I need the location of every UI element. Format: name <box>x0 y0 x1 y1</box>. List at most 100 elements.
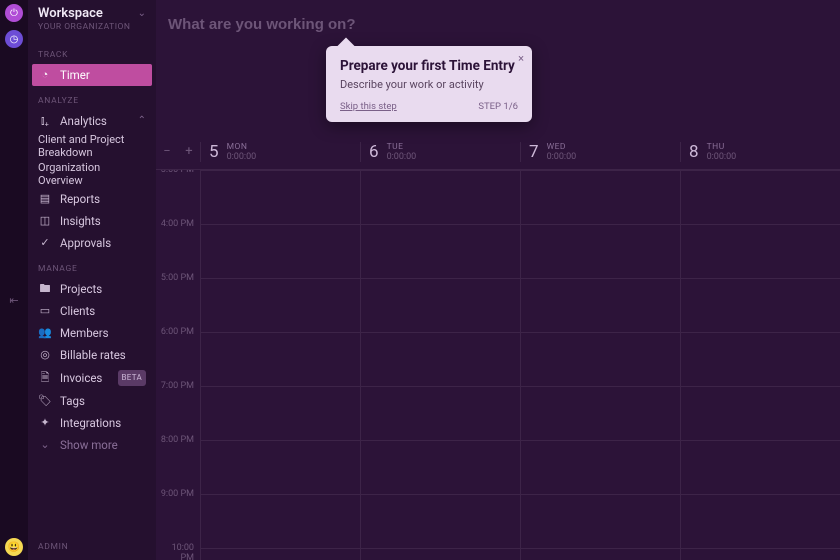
hour-cell[interactable] <box>681 224 840 278</box>
hour-cell[interactable] <box>681 548 840 560</box>
sidebar-item-tags[interactable]: 🏷 Tags <box>28 390 156 412</box>
day-header: 8 THU 0:00:00 <box>680 142 840 162</box>
hour-cell[interactable] <box>681 494 840 548</box>
hour-cell[interactable] <box>201 494 360 548</box>
sidebar-item-clients[interactable]: ▭ Clients <box>28 300 156 322</box>
app-rail: ⏻ ◷ ⇤ 😃 <box>0 0 28 560</box>
hour-cell[interactable] <box>361 440 520 494</box>
hour-cell[interactable] <box>521 440 680 494</box>
sidebar-item-analytics[interactable]: ⫾₊ Analytics ⌃ <box>28 110 156 132</box>
chevron-up-icon: ⌃ <box>138 114 146 128</box>
collapse-sidebar-icon[interactable]: ⇤ <box>9 294 18 307</box>
hour-cell[interactable] <box>521 386 680 440</box>
hour-label: 7:00 PM <box>156 381 200 435</box>
zoom-in-button[interactable]: + <box>185 144 192 159</box>
chevron-down-icon: ⌄ <box>38 438 52 452</box>
sidebar-item-label: Integrations <box>60 416 146 430</box>
sidebar-item-reports[interactable]: ▤ Reports <box>28 188 156 210</box>
time-entry-bar <box>156 0 840 48</box>
hour-label: 3:00 PM <box>156 170 200 219</box>
day-column[interactable] <box>360 170 520 560</box>
sidebar-item-invoices[interactable]: 🗎 Invoices BETA <box>28 366 156 390</box>
sidebar-item-members[interactable]: 👥 Members <box>28 322 156 344</box>
section-admin: ADMIN <box>28 532 156 560</box>
reports-icon: ▤ <box>38 192 52 206</box>
hour-cell[interactable] <box>201 440 360 494</box>
approvals-icon: ✓ <box>38 236 52 250</box>
billable-icon: ◎ <box>38 348 52 362</box>
calendar-grid[interactable] <box>200 170 840 560</box>
day-number: 8 <box>689 142 699 162</box>
hour-cell[interactable] <box>521 548 680 560</box>
sidebar-item-projects[interactable]: 🖿 Projects <box>28 278 156 300</box>
day-number: 5 <box>209 142 219 162</box>
calendar-body: 3:00 PM4:00 PM5:00 PM6:00 PM7:00 PM8:00 … <box>156 170 840 560</box>
chevron-down-icon: ⌄ <box>138 8 146 19</box>
workspace-switcher[interactable]: Workspace ⌄ YOUR ORGANIZATION <box>28 4 156 40</box>
hour-cell[interactable] <box>201 332 360 386</box>
hour-cell[interactable] <box>361 170 520 224</box>
sidebar-item-show-more[interactable]: ⌄ Show more <box>28 434 156 456</box>
hour-cell[interactable] <box>361 548 520 560</box>
sidebar-item-label: Insights <box>60 214 146 228</box>
day-column[interactable] <box>520 170 680 560</box>
sidebar-item-label: Tags <box>60 394 146 408</box>
sidebar: Workspace ⌄ YOUR ORGANIZATION TRACK ◔ Ti… <box>28 0 156 560</box>
sidebar-item-integrations[interactable]: ✦ Integrations <box>28 412 156 434</box>
hour-cell[interactable] <box>681 278 840 332</box>
hour-cell[interactable] <box>201 278 360 332</box>
day-column[interactable] <box>680 170 840 560</box>
hour-cell[interactable] <box>521 332 680 386</box>
clock-icon[interactable]: ◷ <box>5 30 23 48</box>
zoom-out-button[interactable]: − <box>163 144 170 159</box>
close-icon[interactable]: × <box>518 52 524 65</box>
hour-cell[interactable] <box>361 278 520 332</box>
hour-cell[interactable] <box>361 386 520 440</box>
hour-cell[interactable] <box>681 386 840 440</box>
sidebar-item-label: Analytics <box>60 114 130 128</box>
avatar[interactable]: 😃 <box>5 538 23 556</box>
analytics-icon: ⫾₊ <box>38 114 52 128</box>
hour-cell[interactable] <box>521 494 680 548</box>
sidebar-item-label: Clients <box>60 304 146 318</box>
hour-label: 9:00 PM <box>156 489 200 543</box>
hour-cell[interactable] <box>521 170 680 224</box>
power-icon[interactable]: ⏻ <box>5 4 23 22</box>
sidebar-item-billable[interactable]: ◎ Billable rates <box>28 344 156 366</box>
hour-cell[interactable] <box>201 224 360 278</box>
tooltip-title: Prepare your first Time Entry <box>340 58 518 74</box>
hour-cell[interactable] <box>361 224 520 278</box>
hour-cell[interactable] <box>361 332 520 386</box>
sidebar-item-insights[interactable]: ◫ Insights <box>28 210 156 232</box>
hour-cell[interactable] <box>521 278 680 332</box>
hour-cell[interactable] <box>681 440 840 494</box>
hour-cell[interactable] <box>681 170 840 224</box>
workspace-subtitle: YOUR ORGANIZATION <box>38 22 146 32</box>
day-duration: 0:00:00 <box>707 152 737 162</box>
hour-cell[interactable] <box>521 224 680 278</box>
skip-step-link[interactable]: Skip this step <box>340 101 397 112</box>
day-duration: 0:00:00 <box>387 152 417 162</box>
day-column[interactable] <box>200 170 360 560</box>
hour-label: 5:00 PM <box>156 273 200 327</box>
hour-cell[interactable] <box>361 494 520 548</box>
hour-cell[interactable] <box>201 170 360 224</box>
main-area: × Prepare your first Time Entry Describe… <box>156 0 840 560</box>
hour-cell[interactable] <box>201 386 360 440</box>
day-of-week: THU <box>707 142 737 152</box>
hour-label: 6:00 PM <box>156 327 200 381</box>
sidebar-subitem-breakdown[interactable]: Client and Project Breakdown <box>28 132 156 160</box>
sidebar-item-timer[interactable]: ◔ Timer <box>32 64 152 86</box>
sidebar-item-label: Projects <box>60 282 146 296</box>
hour-cell[interactable] <box>201 548 360 560</box>
day-number: 7 <box>529 142 539 162</box>
hour-cell[interactable] <box>681 332 840 386</box>
clients-icon: ▭ <box>38 304 52 318</box>
day-header: 5 MON 0:00:00 <box>200 142 360 162</box>
folder-icon: 🖿 <box>38 282 52 296</box>
sidebar-item-approvals[interactable]: ✓ Approvals <box>28 232 156 254</box>
sidebar-subitem-overview[interactable]: Organization Overview <box>28 160 156 188</box>
hour-label: 10:00 PM <box>156 543 200 560</box>
zoom-controls: − + <box>156 144 200 159</box>
time-entry-input[interactable] <box>168 16 828 33</box>
